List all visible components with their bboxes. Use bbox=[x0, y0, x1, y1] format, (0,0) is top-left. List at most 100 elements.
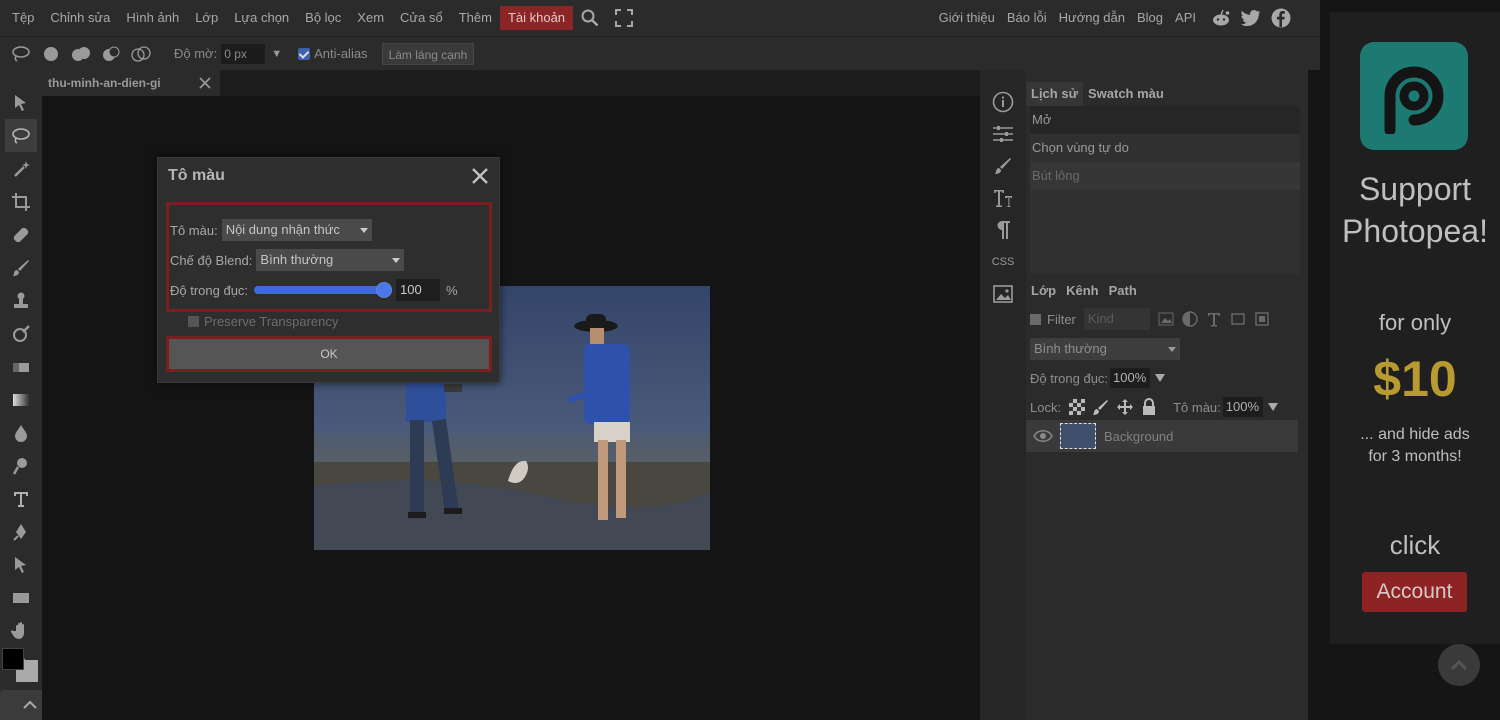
lock-position-icon[interactable] bbox=[1115, 397, 1135, 417]
menu-blog[interactable]: Blog bbox=[1131, 6, 1169, 30]
tab-channels[interactable]: Kênh bbox=[1061, 279, 1104, 303]
subtract-selection-icon[interactable] bbox=[100, 43, 122, 65]
pen-tool-icon[interactable] bbox=[5, 515, 37, 548]
add-selection-icon[interactable] bbox=[70, 43, 92, 65]
close-icon[interactable] bbox=[198, 76, 212, 90]
layer-opacity-input[interactable]: 100% bbox=[1110, 368, 1151, 388]
adjustment-filter-icon[interactable] bbox=[1180, 309, 1200, 329]
eraser-icon[interactable] bbox=[5, 350, 37, 383]
menu-about[interactable]: Giới thiệu bbox=[933, 6, 1001, 30]
layer-blend-select[interactable]: Bình thường bbox=[1030, 338, 1180, 360]
shape-filter-icon[interactable] bbox=[1228, 309, 1248, 329]
lasso-icon[interactable] bbox=[10, 43, 32, 65]
new-selection-icon[interactable] bbox=[40, 43, 62, 65]
menu-view[interactable]: Xem bbox=[349, 6, 392, 30]
opacity-input[interactable]: 100 bbox=[396, 279, 441, 301]
menu-layer[interactable]: Lớp bbox=[187, 6, 226, 30]
crop-icon[interactable] bbox=[5, 185, 37, 218]
css-icon[interactable]: CSS bbox=[989, 246, 1017, 278]
kind-select[interactable]: Kind bbox=[1083, 308, 1150, 330]
document-tab[interactable]: thu-minh-an-dien-gi bbox=[42, 70, 220, 96]
opacity-slider[interactable] bbox=[254, 282, 393, 298]
history-item[interactable]: Mở bbox=[1030, 106, 1300, 134]
menu-tutorials[interactable]: Hướng dẫn bbox=[1053, 6, 1131, 30]
menu-file[interactable]: Tệp bbox=[4, 6, 42, 30]
history-item[interactable]: Bút lông bbox=[1030, 162, 1300, 190]
reddit-icon[interactable] bbox=[1210, 7, 1232, 29]
path-select-icon[interactable] bbox=[5, 548, 37, 581]
layer-options: Filter Kind Bình thường Độ trong đục: 10… bbox=[1030, 306, 1304, 418]
layer-row[interactable]: Background bbox=[1026, 420, 1298, 452]
fullscreen-icon[interactable] bbox=[613, 7, 635, 29]
ok-button[interactable]: OK bbox=[169, 339, 489, 369]
history-brush-icon[interactable] bbox=[5, 317, 37, 350]
paragraph-icon[interactable] bbox=[989, 214, 1017, 246]
twitter-icon[interactable] bbox=[1240, 7, 1262, 29]
layer-fill-input[interactable]: 100% bbox=[1222, 397, 1263, 417]
dialog-header: Tô màu bbox=[158, 158, 499, 194]
foreground-color-swatch[interactable] bbox=[2, 648, 24, 670]
opacity-row: Độ trong đục: 100 % bbox=[170, 279, 458, 301]
brush-settings-icon[interactable] bbox=[989, 150, 1017, 182]
menu-edit[interactable]: Chỉnh sửa bbox=[42, 6, 118, 30]
blur-icon[interactable] bbox=[5, 416, 37, 449]
fill-dropdown-icon[interactable] bbox=[1267, 403, 1278, 411]
dodge-icon[interactable] bbox=[5, 449, 37, 482]
character-icon[interactable] bbox=[989, 182, 1017, 214]
tab-layers[interactable]: Lớp bbox=[1026, 279, 1061, 303]
color-swatches[interactable] bbox=[2, 648, 42, 688]
feather-input[interactable]: 0 px bbox=[221, 43, 266, 64]
menu-filter[interactable]: Bộ lọc bbox=[297, 6, 349, 30]
smart-object-filter-icon[interactable] bbox=[1252, 309, 1272, 329]
adjustments-icon[interactable] bbox=[989, 118, 1017, 150]
rectangle-shape-icon[interactable] bbox=[5, 581, 37, 614]
lock-transparency-icon[interactable] bbox=[1067, 397, 1087, 417]
eye-icon[interactable] bbox=[1032, 428, 1054, 444]
hand-icon[interactable] bbox=[5, 614, 37, 647]
healing-brush-icon[interactable] bbox=[5, 218, 37, 251]
history-item[interactable]: Chọn vùng tự do bbox=[1030, 134, 1300, 162]
antialias-checkbox[interactable] bbox=[298, 47, 311, 60]
intersect-selection-icon[interactable] bbox=[130, 43, 152, 65]
menu-window[interactable]: Cửa sổ bbox=[392, 6, 451, 30]
lasso-tool-icon[interactable] bbox=[5, 119, 37, 152]
tab-history[interactable]: Lịch sử bbox=[1026, 82, 1083, 106]
image-filter-icon[interactable] bbox=[1156, 309, 1176, 329]
fill-content-select[interactable]: Nội dung nhận thức bbox=[221, 219, 372, 241]
image-icon[interactable] bbox=[989, 278, 1017, 310]
opacity-dropdown-icon[interactable] bbox=[1155, 374, 1166, 382]
ad-panel[interactable]: Support Photopea! for only $10 ... and h… bbox=[1330, 12, 1500, 644]
opacity-unit: % bbox=[446, 282, 458, 298]
menu-account[interactable]: Tài khoản bbox=[499, 6, 574, 30]
search-icon[interactable] bbox=[579, 7, 601, 29]
type-tool-icon[interactable] bbox=[5, 482, 37, 515]
type-filter-icon[interactable] bbox=[1204, 309, 1224, 329]
account-button[interactable]: Account bbox=[1362, 572, 1467, 612]
menu-more[interactable]: Thêm bbox=[451, 6, 500, 30]
menu-image[interactable]: Hình ảnh bbox=[118, 6, 187, 30]
opacity-slider-handle[interactable] bbox=[376, 282, 393, 298]
close-icon[interactable] bbox=[469, 165, 491, 187]
gradient-icon[interactable] bbox=[5, 383, 37, 416]
menu-api[interactable]: API bbox=[1169, 6, 1202, 30]
lock-all-icon[interactable] bbox=[1139, 397, 1159, 417]
clone-stamp-icon[interactable] bbox=[5, 284, 37, 317]
info-icon[interactable] bbox=[989, 86, 1017, 118]
tab-paths[interactable]: Path bbox=[1104, 279, 1142, 303]
filter-checkbox[interactable] bbox=[1030, 313, 1041, 325]
brush-icon[interactable] bbox=[5, 251, 37, 284]
magic-wand-icon[interactable] bbox=[5, 152, 37, 185]
ad-click-text: click bbox=[1389, 530, 1441, 560]
lock-pixels-icon[interactable] bbox=[1091, 397, 1111, 417]
layer-name[interactable]: Background bbox=[1104, 429, 1173, 444]
blend-mode-select[interactable]: Bình thường bbox=[256, 249, 405, 271]
move-tool-icon[interactable] bbox=[5, 86, 37, 119]
menu-select[interactable]: Lựa chọn bbox=[226, 6, 297, 30]
feather-dropdown-icon[interactable]: ▼ bbox=[271, 48, 282, 60]
facebook-icon[interactable] bbox=[1270, 7, 1292, 29]
scroll-top-button[interactable] bbox=[1438, 644, 1480, 686]
menu-report-bug[interactable]: Báo lỗi bbox=[1001, 6, 1053, 30]
refine-edge-button[interactable]: Làm láng cạnh bbox=[381, 42, 475, 65]
tab-swatches[interactable]: Swatch màu bbox=[1083, 82, 1169, 106]
preserve-transparency-checkbox[interactable] bbox=[188, 316, 199, 327]
